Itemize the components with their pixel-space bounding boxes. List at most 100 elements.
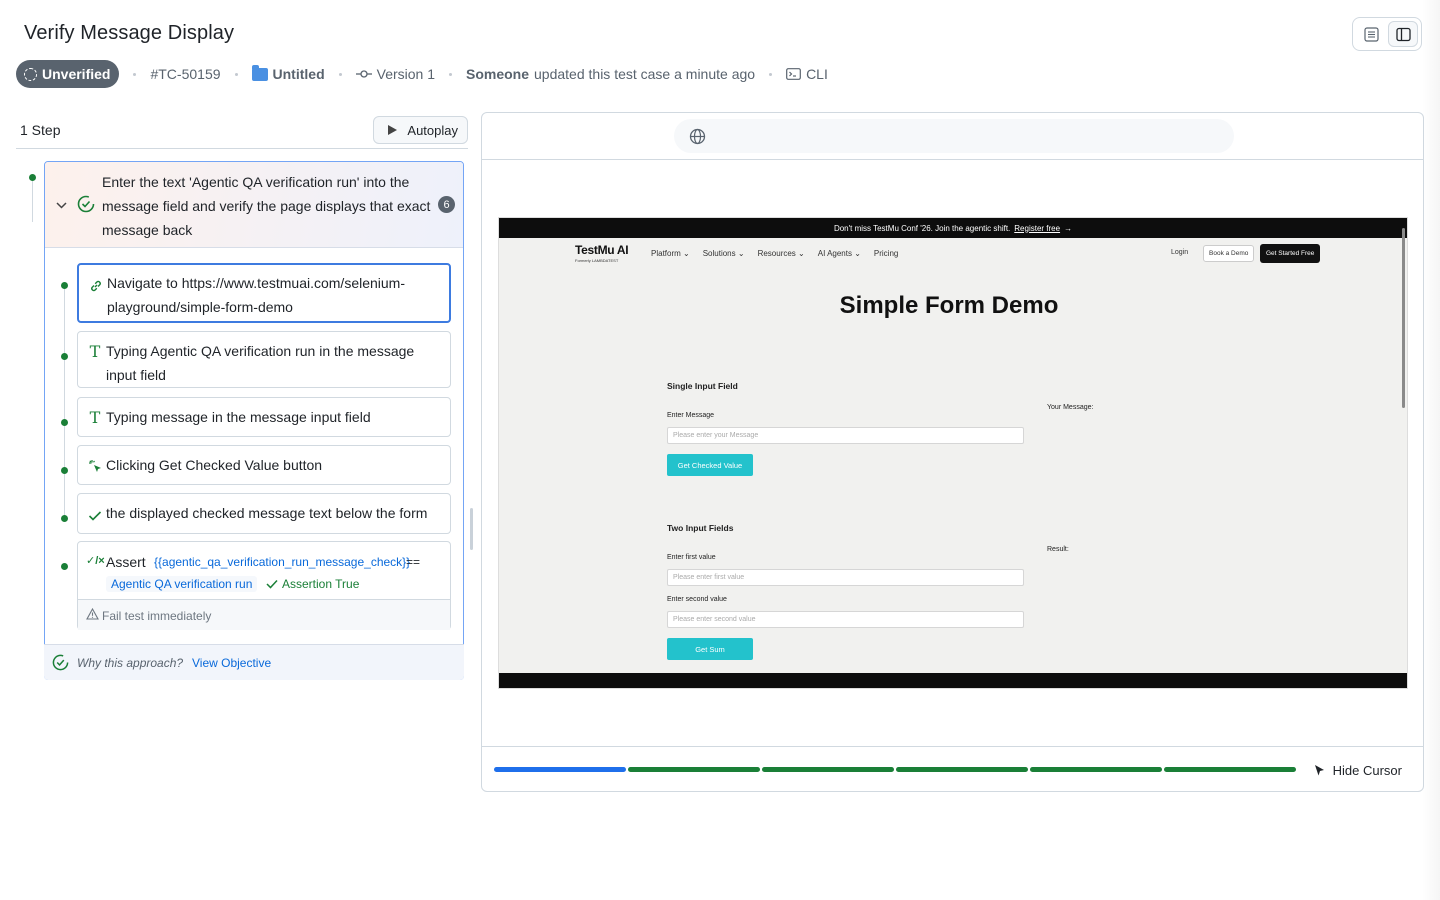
substep-status-dot [61, 563, 68, 570]
substep-typing-1[interactable]: T Typing Agentic QA verification run in … [77, 331, 451, 388]
site-result-label: Result: [1047, 546, 1069, 553]
substep-status-dot [61, 515, 68, 522]
site-message-input: Please enter your Message [667, 427, 1024, 444]
split-view-button[interactable] [1388, 21, 1418, 47]
site-logo-subtitle: Formerly LAMBDATEST [575, 258, 619, 263]
link-icon [88, 276, 104, 300]
progress-segment-done[interactable] [896, 767, 1028, 772]
site-demo-button: Book a Demo [1203, 245, 1255, 262]
check-icon [87, 505, 103, 529]
assert-body: ✓/× Assert {{agentic_qa_verification_run… [78, 542, 450, 599]
site-banner: Don't miss TestMu Conf '26. Join the age… [499, 218, 1407, 238]
ai-agent-icon [52, 654, 69, 674]
site-field-label: Enter Message [667, 412, 715, 419]
substep-text: Typing Agentic QA verification run in th… [106, 343, 415, 383]
view-toggle [1352, 17, 1422, 51]
substep-status-dot [61, 419, 68, 426]
url-bar[interactable] [674, 119, 1234, 153]
split-view-icon [1395, 27, 1411, 41]
view-objective-link[interactable]: View Objective [192, 656, 271, 670]
autoplay-label: Autoplay [407, 122, 458, 138]
text-type-icon: T [89, 408, 101, 427]
step-status-dot [29, 174, 36, 181]
list-view-button[interactable] [1356, 21, 1386, 47]
site-login: Login [1171, 249, 1189, 256]
substep-assert[interactable]: ✓/× Assert {{agentic_qa_verification_run… [77, 541, 451, 630]
site-page-title: Simple Form Demo [839, 292, 1059, 319]
progress-segment-done[interactable] [1030, 767, 1162, 772]
substep-navigate[interactable]: Navigate to https://www.testmuai.com/sel… [77, 263, 451, 323]
assert-variable[interactable]: {{agentic_qa_verification_run_message_ch… [154, 555, 410, 569]
progress-segment-done[interactable] [762, 767, 894, 772]
site-menu: Platform ⌄ Solutions ⌄ Resources ⌄ AI Ag… [651, 249, 898, 258]
terminal-icon [786, 68, 801, 80]
substep-text: Clicking Get Checked Value button [106, 457, 323, 473]
site-menu-item: AI Agents ⌄ [817, 249, 861, 258]
status-badge-label: Unverified [42, 66, 111, 82]
assertion-result: Assertion True [266, 577, 359, 591]
updated-by: Someone [466, 66, 530, 82]
assert-failure-policy[interactable]: Fail test immediately [78, 599, 450, 630]
substep-typing-2[interactable]: T Typing message in the message input fi… [77, 397, 451, 437]
folder-link[interactable]: Untitled [251, 64, 325, 82]
site-section-heading: Two Input Fields [667, 523, 734, 533]
check-icon [266, 579, 278, 589]
warning-icon [86, 607, 99, 623]
separator-dot [449, 72, 452, 76]
assert-icon: ✓/× [86, 555, 105, 567]
site-menu-item: Solutions ⌄ [702, 249, 745, 258]
hide-cursor-button[interactable]: Hide Cursor [1314, 763, 1402, 778]
substep-text: Navigate to https://www.testmuai.com/sel… [107, 275, 406, 315]
meta-row: Unverified #TC-50159 Untitled Version 1 … [16, 60, 828, 88]
progress-segment-done[interactable] [1164, 767, 1296, 772]
site-field-label: Enter first value [667, 554, 716, 561]
substep-click[interactable]: Clicking Get Checked Value button [77, 445, 451, 485]
play-icon [388, 125, 398, 135]
step-description: Enter the text 'Agentic QA verification … [102, 174, 431, 238]
folder-icon [251, 64, 268, 81]
separator-dot [769, 72, 773, 76]
why-approach-question: Why this approach? [77, 656, 184, 670]
version-label: Version 1 [376, 66, 435, 82]
assert-operator: == [406, 555, 421, 569]
substep-text: Typing message in the message input fiel… [106, 409, 371, 425]
page-title: Verify Message Display [24, 22, 235, 44]
step-header[interactable]: Enter the text 'Agentic QA verification … [45, 162, 463, 248]
fail-policy-text: Fail test immediately [102, 609, 212, 623]
site-second-value-input: Please enter second value [667, 611, 1024, 628]
site-menu-item: Platform ⌄ [651, 249, 690, 258]
playback-bar: Hide Cursor [482, 746, 1423, 791]
autoplay-button[interactable]: Autoplay [373, 116, 468, 144]
substep-status-dot [61, 282, 68, 289]
timeline-line [32, 178, 33, 222]
progress-segment-current[interactable] [494, 767, 626, 772]
why-approach-row: Why this approach? View Objective [44, 644, 464, 680]
panel-resize-handle[interactable] [470, 508, 473, 550]
globe-icon [689, 128, 706, 150]
site-banner-link: Register free [1014, 223, 1061, 233]
substep-status-dot [61, 353, 68, 360]
chevron-down-icon[interactable] [56, 198, 67, 212]
preview-toolbar [482, 113, 1423, 160]
cli-link[interactable]: CLI [786, 66, 828, 82]
arrow-right-icon: → [1064, 223, 1073, 233]
site-logo: TestMu AI [575, 243, 629, 257]
hide-cursor-label: Hide Cursor [1332, 763, 1402, 778]
status-badge[interactable]: Unverified [16, 60, 120, 88]
site-menu-item: Resources ⌄ [757, 249, 805, 258]
substep-timeline-line [64, 285, 65, 520]
version-selector[interactable]: Version 1 [355, 66, 435, 82]
progress-segment-done[interactable] [628, 767, 760, 772]
assert-label: Assert [106, 554, 146, 570]
preview-panel: Don't miss TestMu Conf '26. Join the age… [481, 112, 1424, 792]
click-sparkle-icon [87, 457, 103, 481]
separator-dot [234, 72, 238, 76]
site-checked-value-button: Get Checked Value [667, 454, 753, 476]
site-your-message-label: Your Message: [1047, 404, 1094, 411]
substep-verify[interactable]: the displayed checked message text below… [77, 493, 451, 534]
divider [16, 148, 468, 149]
list-view-icon [1363, 26, 1379, 42]
window-edge [1422, 0, 1440, 900]
site-field-label: Enter second value [667, 596, 727, 603]
assertion-result-label: Assertion True [282, 577, 360, 591]
